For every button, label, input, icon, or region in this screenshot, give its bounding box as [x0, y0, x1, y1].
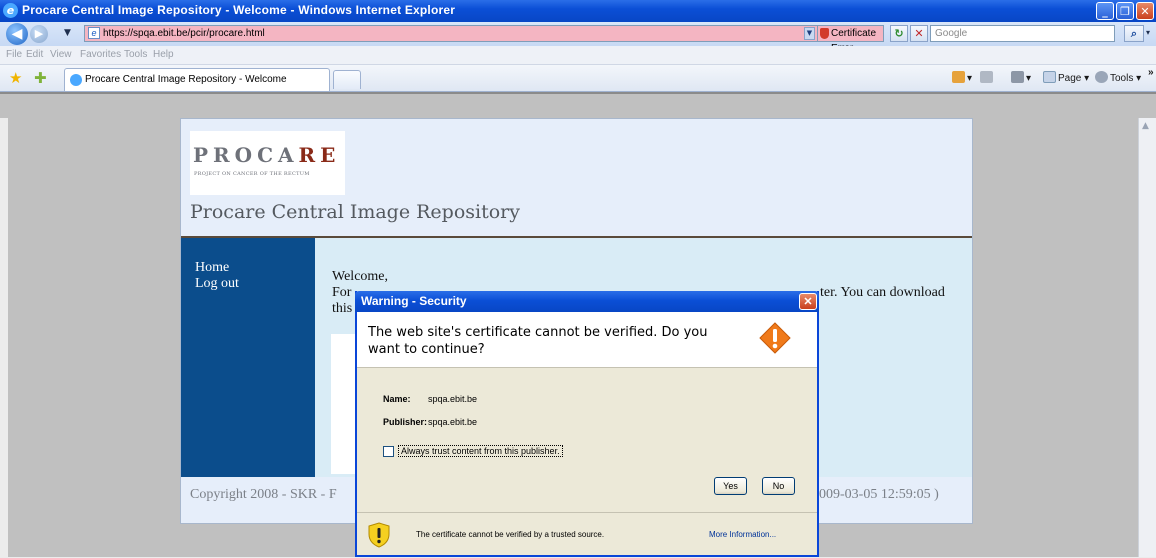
- always-trust-label[interactable]: Always trust content from this publisher…: [398, 445, 563, 457]
- certificate-error-button[interactable]: Certificate Error: [818, 25, 884, 54]
- vertical-scrollbar[interactable]: ▲: [1138, 118, 1156, 557]
- url-dropdown-button[interactable]: ▼: [804, 27, 815, 40]
- menu-file[interactable]: File: [6, 49, 22, 60]
- ie-logo-icon: e: [3, 3, 18, 18]
- back-button[interactable]: ◀: [6, 23, 28, 45]
- publisher-label: Publisher:: [383, 417, 428, 427]
- new-tab-button[interactable]: [333, 70, 361, 89]
- shield-error-icon: [820, 28, 829, 39]
- menu-favorites[interactable]: Favorites: [80, 49, 121, 60]
- menu-view[interactable]: View: [50, 49, 72, 60]
- sidebar-nav: Home Log out: [181, 238, 315, 477]
- stop-button[interactable]: ✕: [910, 25, 928, 42]
- welcome-text: Welcome,: [332, 269, 389, 284]
- sidebar-item-home[interactable]: Home: [195, 260, 229, 276]
- warning-icon: [759, 322, 791, 354]
- feeds-icon: [980, 71, 993, 83]
- tab-toolbar: ★ ✚ Procare Central Image Repository - W…: [0, 65, 1156, 92]
- footer-copyright: Copyright 2008 - SKR - F: [190, 487, 337, 502]
- publisher-value: spqa.ebit.be: [428, 417, 478, 427]
- tools-menu-label: Tools: [1110, 73, 1134, 84]
- menu-edit[interactable]: Edit: [26, 49, 43, 60]
- maximize-button[interactable]: ❐: [1116, 2, 1134, 20]
- footer-timestamp: 009-03-05 12:59:05 ): [819, 487, 939, 502]
- home-icon: [952, 71, 965, 83]
- tab-label: Procare Central Image Repository - Welco…: [85, 74, 287, 85]
- window-title-bar[interactable]: e Procare Central Image Repository - Wel…: [0, 0, 1156, 22]
- tab-procare-welcome[interactable]: Procare Central Image Repository - Welco…: [64, 68, 330, 91]
- search-icon[interactable]: ⌕: [1124, 25, 1144, 42]
- search-input[interactable]: Google: [930, 25, 1115, 42]
- page-menu-label: Page: [1058, 73, 1082, 84]
- menu-bar: File Edit View Favorites Tools Help: [0, 46, 1156, 65]
- page-icon: e: [88, 27, 100, 39]
- yes-button[interactable]: Yes: [714, 477, 747, 495]
- page-icon: [1043, 71, 1056, 83]
- ie-tab-icon: [70, 74, 82, 86]
- name-value: spqa.ebit.be: [428, 394, 478, 404]
- forward-button[interactable]: ▶: [30, 25, 48, 43]
- logo-subtitle: PROJECT ON CANCER OF THE RECTUM: [194, 171, 310, 177]
- page-menu-button[interactable]: Page ▾: [1043, 71, 1089, 84]
- logo-text-main: PROCA: [193, 143, 299, 167]
- url-text: https://spqa.ebit.be/pcir/procare.html: [103, 28, 265, 39]
- dialog-question: The web site's certificate cannot be ver…: [368, 325, 708, 357]
- toolbar-overflow-button[interactable]: »: [1148, 67, 1154, 78]
- always-trust-checkbox[interactable]: [383, 446, 394, 457]
- search-options-icon[interactable]: ▾: [1146, 28, 1150, 37]
- shield-warning-icon: [368, 522, 390, 548]
- refresh-button[interactable]: ↻: [890, 25, 908, 42]
- url-input[interactable]: e https://spqa.ebit.be/pcir/procare.html: [84, 25, 818, 42]
- address-toolbar: ◀ ▶ ▼ e https://spqa.ebit.be/pcir/procar…: [0, 22, 1156, 54]
- dialog-title-bar[interactable]: Warning - Security ✕: [355, 291, 819, 312]
- intro-line-start: For: [332, 285, 352, 300]
- procare-logo: PROCARE PROJECT ON CANCER OF THE RECTUM: [190, 131, 345, 195]
- feeds-button[interactable]: [980, 71, 995, 84]
- sidebar-item-logout[interactable]: Log out: [195, 276, 239, 292]
- close-window-button[interactable]: ✕: [1136, 2, 1154, 20]
- no-button[interactable]: No: [762, 477, 795, 495]
- security-warning-dialog: Warning - Security ✕ The web site's cert…: [355, 291, 819, 557]
- home-button[interactable]: ▾: [952, 71, 972, 84]
- dialog-footer: The certificate cannot be verified by a …: [357, 512, 817, 558]
- page-top-margin: [0, 92, 1156, 118]
- window-title: Procare Central Image Repository - Welco…: [22, 3, 456, 17]
- gear-icon: [1095, 71, 1108, 83]
- print-button[interactable]: ▾: [1011, 71, 1031, 84]
- logo-text-accent: RE: [298, 143, 341, 167]
- tools-menu-button[interactable]: Tools ▾: [1095, 71, 1141, 84]
- dialog-header: The web site's certificate cannot be ver…: [357, 312, 817, 368]
- add-favorites-icon[interactable]: ✚: [34, 69, 47, 87]
- certificate-warning-text: The certificate cannot be verified by a …: [416, 530, 605, 539]
- menu-tools[interactable]: Tools: [124, 49, 147, 60]
- menu-help[interactable]: Help: [153, 49, 174, 60]
- scroll-up-icon[interactable]: ▲: [1142, 121, 1149, 131]
- dialog-title: Warning - Security: [361, 294, 467, 308]
- page-title: Procare Central Image Repository: [190, 201, 520, 223]
- minimize-button[interactable]: _: [1096, 2, 1114, 20]
- intro-line-end: ter. You can download: [820, 285, 945, 300]
- name-label: Name:: [383, 394, 411, 404]
- dialog-close-button[interactable]: ✕: [799, 293, 817, 310]
- print-icon: [1011, 71, 1024, 83]
- intro-line-3: this: [332, 301, 353, 316]
- more-information-link[interactable]: More Information...: [709, 530, 776, 539]
- favorites-star-icon[interactable]: ★: [9, 69, 22, 87]
- recent-pages-dropdown[interactable]: ▼: [64, 28, 71, 38]
